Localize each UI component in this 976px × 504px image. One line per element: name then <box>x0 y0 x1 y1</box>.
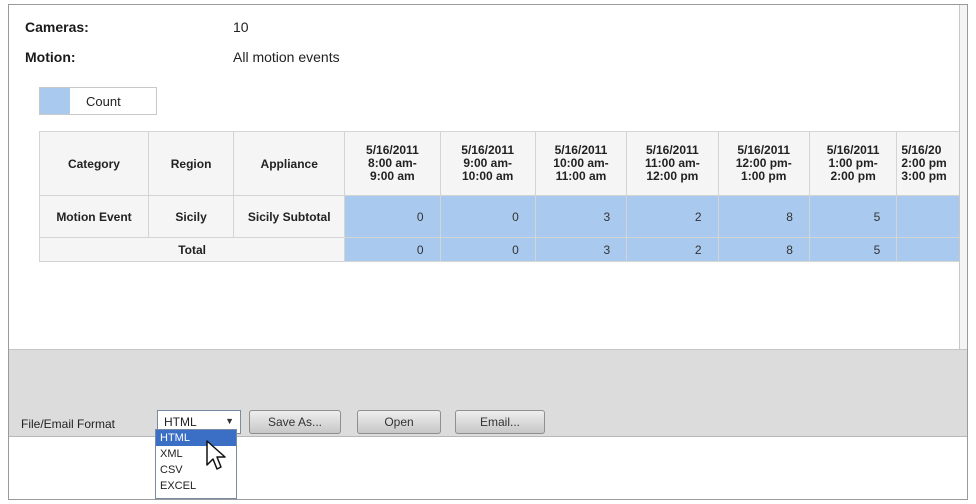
open-button[interactable]: Open <box>357 410 441 434</box>
total-cell: 5 <box>808 237 898 262</box>
chart-legend: Count <box>39 87 157 115</box>
format-selected-value: HTML <box>164 415 197 429</box>
motion-row: Motion: All motion events <box>25 49 425 67</box>
col-header-appliance: Appliance <box>233 131 346 196</box>
vertical-scrollbar[interactable] <box>959 5 967 349</box>
mouse-cursor-icon <box>206 440 226 470</box>
table-row: Motion Event Sicily Sicily Subtotal 0 0 … <box>39 195 967 238</box>
col-header-category: Category <box>39 131 149 196</box>
count-cell: 3 <box>534 195 628 238</box>
col-header-time: 5/16/2011 8:00 am- 9:00 am <box>344 131 441 196</box>
motion-label: Motion: <box>25 49 76 65</box>
total-label: Total <box>38 237 346 262</box>
count-cell: 0 <box>439 195 536 238</box>
email-button[interactable]: Email... <box>455 410 545 434</box>
total-cell: 3 <box>534 237 628 262</box>
row-category: Motion Event <box>39 195 149 238</box>
count-cell: 2 <box>626 195 719 238</box>
col-header-time: 5/16/2011 11:00 am- 12:00 pm <box>626 131 719 196</box>
row-appliance: Sicily Subtotal <box>233 195 346 238</box>
format-option-excel[interactable]: EXCEL <box>156 478 236 494</box>
count-cell: 5 <box>808 195 898 238</box>
report-window: Cameras: 10 Motion: All motion events Co… <box>8 4 968 500</box>
export-toolbar: File/Email Format HTML ▼ Save As... Open… <box>9 349 967 437</box>
legend-swatch <box>40 88 70 114</box>
col-header-time: 5/16/2011 12:00 pm- 1:00 pm <box>717 131 810 196</box>
total-cell: 0 <box>344 237 441 262</box>
col-header-time: 5/16/2011 1:00 pm- 2:00 pm <box>808 131 898 196</box>
table-header-row: Category Region Appliance 5/16/2011 8:00… <box>39 131 967 196</box>
file-email-format-label: File/Email Format <box>21 417 116 431</box>
count-cell: 8 <box>717 195 810 238</box>
total-cell: 2 <box>626 237 719 262</box>
total-cell: 0 <box>439 237 536 262</box>
row-region: Sicily <box>147 195 235 238</box>
save-as-button[interactable]: Save As... <box>249 410 341 434</box>
motion-report-table: Category Region Appliance 5/16/2011 8:00… <box>38 131 967 262</box>
legend-label: Count <box>86 93 121 109</box>
count-cell: 0 <box>344 195 441 238</box>
total-cell <box>896 237 967 262</box>
col-header-time: 5/16/20 2:00 pm 3:00 pm <box>896 131 967 196</box>
cameras-label: Cameras: <box>25 19 89 35</box>
col-header-time: 5/16/2011 10:00 am- 11:00 am <box>534 131 628 196</box>
total-cell: 8 <box>717 237 810 262</box>
count-cell <box>896 195 967 238</box>
col-header-time: 5/16/2011 9:00 am- 10:00 am <box>439 131 536 196</box>
cameras-value: 10 <box>233 19 249 35</box>
report-panel: Cameras: 10 Motion: All motion events Co… <box>9 5 967 349</box>
col-header-region: Region <box>147 131 235 196</box>
cameras-row: Cameras: 10 <box>25 19 425 37</box>
table-total-row: Total 0 0 3 2 8 5 <box>38 237 967 262</box>
motion-value: All motion events <box>233 49 340 65</box>
chevron-down-icon: ▼ <box>225 416 234 426</box>
